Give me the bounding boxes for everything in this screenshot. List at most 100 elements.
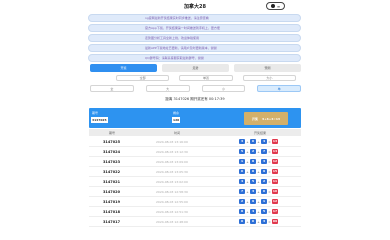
ball: 6 xyxy=(261,189,267,194)
row-balls: 7 +3 +6 = 16 xyxy=(239,189,278,194)
ball: 4 xyxy=(239,179,245,184)
ball: 2 xyxy=(239,199,245,204)
table-row[interactable]: 3147018 2024-08-03 12:51:30 8 +4 +5 = 17 xyxy=(89,207,301,217)
row-time: 2024-08-03 12:58:30 xyxy=(156,190,188,194)
header-time: 时间 xyxy=(174,131,181,135)
top-bar: 加拿大28 ≡ xyxy=(0,0,390,12)
filter-odd[interactable]: 单 xyxy=(257,85,301,92)
sum-ball: 09 xyxy=(272,219,278,224)
ball: 2 xyxy=(261,179,267,184)
equals-icon: = xyxy=(268,199,271,204)
filter-bar: 全 大 小 单 xyxy=(90,85,301,92)
ball: 3 xyxy=(239,139,245,144)
ball: 6 xyxy=(239,169,245,174)
plus-icon: + xyxy=(246,139,249,144)
row-issue: 3147021 xyxy=(103,180,121,184)
subfilter-odd-even[interactable]: 单双 xyxy=(179,75,233,81)
plus-icon: + xyxy=(246,219,249,224)
ball: 8 xyxy=(250,159,256,164)
ball: 3 xyxy=(250,189,256,194)
latest-result-banner: 期号 3147025 剩余 120 开奖 3+6+4=13 xyxy=(89,108,301,128)
issue-caption: 期号 xyxy=(92,111,99,115)
ball: 6 xyxy=(250,139,256,144)
subfilter-all[interactable]: 全部 xyxy=(116,75,170,81)
row-time: 2024-08-03 12:51:30 xyxy=(156,210,188,214)
sum-ball: 11 xyxy=(272,179,278,184)
filter-big[interactable]: 大 xyxy=(145,85,190,92)
ball: 8 xyxy=(239,209,245,214)
menu-button[interactable]: ≡ xyxy=(266,2,285,10)
equals-icon: = xyxy=(268,189,271,194)
ball: 2 xyxy=(250,149,256,154)
row-time: 2024-08-03 13:16:00 xyxy=(156,140,188,144)
ball: 4 xyxy=(250,209,256,214)
row-issue: 3147018 xyxy=(103,210,121,214)
tab-forecast[interactable]: 预测 xyxy=(234,64,301,72)
plus-icon: + xyxy=(257,169,260,174)
sum-ball: 14 xyxy=(272,149,278,154)
ball: 6 xyxy=(250,219,256,224)
plus-icon: + xyxy=(246,169,249,174)
table-row[interactable]: 3147020 2024-08-03 12:58:30 7 +3 +6 = 16 xyxy=(89,187,301,197)
subfilter-big-small[interactable]: 大小 xyxy=(242,75,296,81)
filter-small[interactable]: 小 xyxy=(201,85,246,92)
notice-item[interactable]: 最新APP下载地址已更新，请用户及时更新版本，谢谢 xyxy=(88,44,301,52)
row-balls: 1 +8 +3 = 12 xyxy=(239,159,278,164)
sum-ball: 12 xyxy=(272,159,278,164)
plus-icon: + xyxy=(257,179,260,184)
notice-item[interactable]: 走势图分析工具全新上线，欢迎体验使用 xyxy=(88,34,301,42)
row-balls: 5 +2 +7 = 14 xyxy=(239,149,278,154)
row-balls: 3 +6 +4 = 13 xyxy=(239,139,278,144)
table-row[interactable]: 3147021 2024-08-03 13:02:00 4 +5 +2 = 11 xyxy=(89,177,301,187)
table-row[interactable]: 3147023 2024-08-03 13:09:00 1 +8 +3 = 12 xyxy=(89,157,301,167)
table-header: 期号 时间 开奖结果 xyxy=(89,129,301,136)
plus-icon: + xyxy=(257,159,260,164)
menu-icon: ≡ xyxy=(276,3,281,9)
dot-icon xyxy=(270,4,275,8)
notice-item[interactable]: 官方App下载，开奖结果第一时间推送到手机上，更方便 xyxy=(88,24,301,32)
header-result: 开奖结果 xyxy=(254,131,267,135)
countdown-summary: 距离 3147026 期开奖还有 00:17:39 xyxy=(165,97,225,101)
row-time: 2024-08-03 13:09:00 xyxy=(156,160,188,164)
ball: 1 xyxy=(239,159,245,164)
plus-icon: + xyxy=(257,149,260,154)
row-issue: 3147019 xyxy=(103,200,121,204)
ball: 5 xyxy=(250,179,256,184)
row-balls: 4 +5 +2 = 11 xyxy=(239,179,278,184)
ball: 9 xyxy=(261,169,267,174)
ball: 5 xyxy=(239,149,245,154)
table-row[interactable]: 3147025 2024-08-03 13:16:00 3 +6 +4 = 13 xyxy=(89,137,301,147)
row-balls: 8 +4 +5 = 17 xyxy=(239,209,278,214)
equals-icon: = xyxy=(268,169,271,174)
count-caption: 剩余 xyxy=(173,111,180,115)
row-issue: 3147022 xyxy=(103,170,121,174)
notice-item[interactable]: QQ群号码：请联系客服获取最新群号，谢谢 xyxy=(88,54,301,62)
sum-ball: 16 xyxy=(272,189,278,194)
notice-item[interactable]: ng官网最新开奖结果实时同步推送，请注意查看 xyxy=(88,14,301,22)
sum-ball: 12 xyxy=(272,199,278,204)
table-row[interactable]: 3147022 2024-08-03 13:05:30 6 +0 +9 = 15 xyxy=(89,167,301,177)
plus-icon: + xyxy=(246,189,249,194)
plus-icon: + xyxy=(246,209,249,214)
row-time: 2024-08-03 12:48:00 xyxy=(156,220,188,224)
results-table: 3147025 2024-08-03 13:16:00 3 +6 +4 = 13 314702… xyxy=(89,137,301,227)
plus-icon: + xyxy=(257,189,260,194)
tab-trend[interactable]: 走势 xyxy=(162,64,229,72)
filter-all[interactable]: 全 xyxy=(90,85,134,92)
ball: 1 xyxy=(261,199,267,204)
tab-results[interactable]: 开奖 xyxy=(90,64,157,72)
ball: 3 xyxy=(261,219,267,224)
table-row[interactable]: 3147017 2024-08-03 12:48:00 0 +6 +3 = 09 xyxy=(89,217,301,227)
plus-icon: + xyxy=(257,219,260,224)
sum-ball: 17 xyxy=(272,209,278,214)
row-balls: 6 +0 +9 = 15 xyxy=(239,169,278,174)
latest-balls: 开奖 3+6+4=13 xyxy=(244,112,288,125)
table-row[interactable]: 3147019 2024-08-03 12:55:00 2 +9 +1 = 12 xyxy=(89,197,301,207)
row-issue: 3147020 xyxy=(103,190,121,194)
row-issue: 3147017 xyxy=(103,220,121,224)
ball: 7 xyxy=(239,189,245,194)
table-row[interactable]: 3147024 2024-08-03 13:12:30 5 +2 +7 = 14 xyxy=(89,147,301,157)
notice-list: ng官网最新开奖结果实时同步推送，请注意查看 官方App下载，开奖结果第一时间推… xyxy=(88,14,301,64)
row-time: 2024-08-03 12:55:00 xyxy=(156,200,188,204)
header-issue: 期号 xyxy=(109,131,116,135)
